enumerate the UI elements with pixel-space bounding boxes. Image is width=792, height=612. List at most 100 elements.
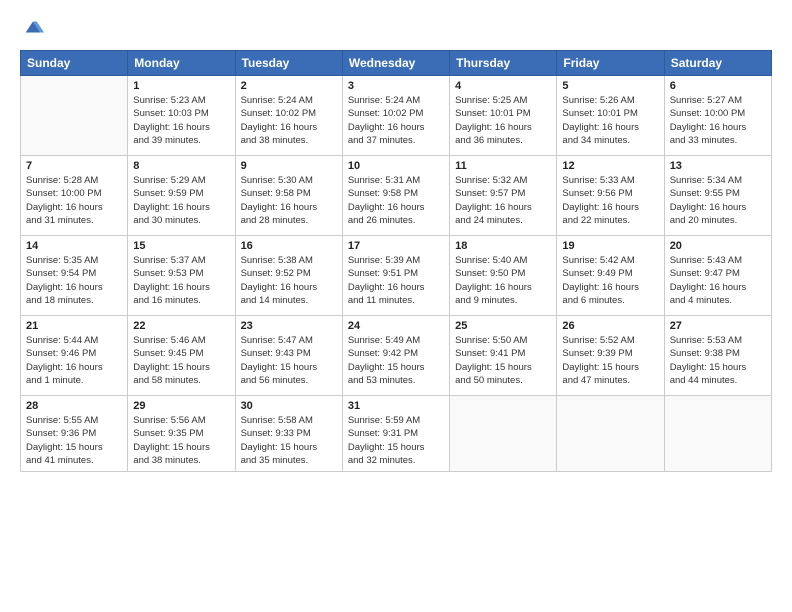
calendar-day-cell: 2Sunrise: 5:24 AMSunset: 10:02 PMDayligh… — [235, 76, 342, 156]
header — [20, 16, 772, 40]
day-number: 20 — [670, 240, 766, 252]
calendar-week-row: 14Sunrise: 5:35 AMSunset: 9:54 PMDayligh… — [21, 236, 772, 316]
calendar-day-cell: 24Sunrise: 5:49 AMSunset: 9:42 PMDayligh… — [342, 316, 449, 396]
day-info: Sunrise: 5:42 AMSunset: 9:49 PMDaylight:… — [562, 254, 658, 307]
day-info: Sunrise: 5:25 AMSunset: 10:01 PMDaylight… — [455, 94, 551, 147]
day-number: 18 — [455, 240, 551, 252]
calendar-day-cell: 20 Sunrise: 5:43 AMSunset: 9:47 PMDayligh… — [664, 236, 771, 316]
day-number: 3 — [348, 80, 444, 92]
calendar-day-cell: 19 Sunrise: 5:42 AMSunset: 9:49 PMDayligh… — [557, 236, 664, 316]
day-number: 24 — [348, 320, 444, 332]
day-info: Sunrise: 5:32 AMSunset: 9:57 PMDaylight:… — [455, 174, 551, 227]
weekday-header: Monday — [128, 51, 235, 76]
logo — [20, 16, 44, 40]
day-info: Sunrise: 5:35 AMSunset: 9:54 PMDaylight:… — [26, 254, 122, 307]
day-number: 19 — [562, 240, 658, 252]
weekday-header: Friday — [557, 51, 664, 76]
calendar-day-cell: 18 Sunrise: 5:40 AMSunset: 9:50 PMDayligh… — [450, 236, 557, 316]
calendar-day-cell: 3 Sunrise: 5:24 AMSunset: 10:02 PMDayligh… — [342, 76, 449, 156]
day-info: Sunrise: 5:24 AMSunset: 10:02 PMDaylight… — [348, 94, 444, 147]
day-number: 1 — [133, 80, 229, 92]
calendar-day-cell: 15 Sunrise: 5:37 AMSunset: 9:53 PMDayligh… — [128, 236, 235, 316]
day-number: 29 — [133, 400, 229, 412]
day-number: 11 — [455, 160, 551, 172]
calendar-day-cell: 30Sunrise: 5:58 AMSunset: 9:33 PMDayligh… — [235, 396, 342, 472]
day-info: Sunrise: 5:29 AMSunset: 9:59 PMDaylight:… — [133, 174, 229, 227]
calendar-day-cell — [557, 396, 664, 472]
day-number: 25 — [455, 320, 551, 332]
calendar: SundayMondayTuesdayWednesdayThursdayFrid… — [20, 50, 772, 472]
day-info: Sunrise: 5:26 AMSunset: 10:01 PMDaylight… — [562, 94, 658, 147]
day-number: 8 — [133, 160, 229, 172]
day-info: Sunrise: 5:33 AMSunset: 9:56 PMDaylight:… — [562, 174, 658, 227]
day-number: 4 — [455, 80, 551, 92]
calendar-week-row: 28 Sunrise: 5:55 AMSunset: 9:36 PMDayligh… — [21, 396, 772, 472]
weekday-header: Sunday — [21, 51, 128, 76]
day-info: Sunrise: 5:52 AMSunset: 9:39 PMDaylight:… — [562, 334, 658, 387]
calendar-day-cell: 27 Sunrise: 5:53 AMSunset: 9:38 PMDayligh… — [664, 316, 771, 396]
day-number: 17 — [348, 240, 444, 252]
day-info: Sunrise: 5:58 AMSunset: 9:33 PMDaylight:… — [241, 414, 337, 467]
calendar-day-cell: 8 Sunrise: 5:29 AMSunset: 9:59 PMDaylight… — [128, 156, 235, 236]
day-number: 27 — [670, 320, 766, 332]
calendar-day-cell: 21 Sunrise: 5:44 AMSunset: 9:46 PMDayligh… — [21, 316, 128, 396]
calendar-day-cell: 6 Sunrise: 5:27 AMSunset: 10:00 PMDayligh… — [664, 76, 771, 156]
calendar-day-cell: 28 Sunrise: 5:55 AMSunset: 9:36 PMDayligh… — [21, 396, 128, 472]
weekday-header-row: SundayMondayTuesdayWednesdayThursdayFrid… — [21, 51, 772, 76]
day-info: Sunrise: 5:24 AMSunset: 10:02 PMDaylight… — [241, 94, 337, 147]
day-info: Sunrise: 5:44 AMSunset: 9:46 PMDaylight:… — [26, 334, 122, 387]
day-info: Sunrise: 5:53 AMSunset: 9:38 PMDaylight:… — [670, 334, 766, 387]
day-info: Sunrise: 5:37 AMSunset: 9:53 PMDaylight:… — [133, 254, 229, 307]
calendar-week-row: 7 Sunrise: 5:28 AMSunset: 10:00 PMDayligh… — [21, 156, 772, 236]
calendar-day-cell: 4 Sunrise: 5:25 AMSunset: 10:01 PMDayligh… — [450, 76, 557, 156]
calendar-day-cell: 9Sunrise: 5:30 AMSunset: 9:58 PMDaylight… — [235, 156, 342, 236]
day-number: 9 — [241, 160, 337, 172]
day-info: Sunrise: 5:27 AMSunset: 10:00 PMDaylight… — [670, 94, 766, 147]
day-info: Sunrise: 5:46 AMSunset: 9:45 PMDaylight:… — [133, 334, 229, 387]
day-number: 12 — [562, 160, 658, 172]
calendar-day-cell: 13 Sunrise: 5:34 AMSunset: 9:55 PMDayligh… — [664, 156, 771, 236]
day-number: 15 — [133, 240, 229, 252]
calendar-day-cell: 17 Sunrise: 5:39 AMSunset: 9:51 PMDayligh… — [342, 236, 449, 316]
day-number: 10 — [348, 160, 444, 172]
logo-icon — [22, 16, 44, 38]
day-info: Sunrise: 5:55 AMSunset: 9:36 PMDaylight:… — [26, 414, 122, 467]
day-number: 22 — [133, 320, 229, 332]
day-info: Sunrise: 5:34 AMSunset: 9:55 PMDaylight:… — [670, 174, 766, 227]
calendar-day-cell: 11 Sunrise: 5:32 AMSunset: 9:57 PMDayligh… — [450, 156, 557, 236]
day-number: 23 — [241, 320, 337, 332]
weekday-header: Wednesday — [342, 51, 449, 76]
calendar-week-row: 21 Sunrise: 5:44 AMSunset: 9:46 PMDayligh… — [21, 316, 772, 396]
calendar-day-cell: 25Sunrise: 5:50 AMSunset: 9:41 PMDayligh… — [450, 316, 557, 396]
day-number: 31 — [348, 400, 444, 412]
day-info: Sunrise: 5:23 AMSunset: 10:03 PMDaylight… — [133, 94, 229, 147]
weekday-header: Saturday — [664, 51, 771, 76]
day-info: Sunrise: 5:40 AMSunset: 9:50 PMDaylight:… — [455, 254, 551, 307]
calendar-day-cell — [450, 396, 557, 472]
calendar-day-cell: 29 Sunrise: 5:56 AMSunset: 9:35 PMDayligh… — [128, 396, 235, 472]
calendar-day-cell: 1 Sunrise: 5:23 AMSunset: 10:03 PMDayligh… — [128, 76, 235, 156]
day-info: Sunrise: 5:28 AMSunset: 10:00 PMDaylight… — [26, 174, 122, 227]
day-number: 13 — [670, 160, 766, 172]
day-info: Sunrise: 5:43 AMSunset: 9:47 PMDaylight:… — [670, 254, 766, 307]
calendar-day-cell: 16Sunrise: 5:38 AMSunset: 9:52 PMDayligh… — [235, 236, 342, 316]
day-number: 7 — [26, 160, 122, 172]
weekday-header: Thursday — [450, 51, 557, 76]
day-info: Sunrise: 5:39 AMSunset: 9:51 PMDaylight:… — [348, 254, 444, 307]
calendar-day-cell: 26 Sunrise: 5:52 AMSunset: 9:39 PMDayligh… — [557, 316, 664, 396]
calendar-day-cell: 5 Sunrise: 5:26 AMSunset: 10:01 PMDayligh… — [557, 76, 664, 156]
day-info: Sunrise: 5:47 AMSunset: 9:43 PMDaylight:… — [241, 334, 337, 387]
day-info: Sunrise: 5:59 AMSunset: 9:31 PMDaylight:… — [348, 414, 444, 467]
day-number: 26 — [562, 320, 658, 332]
calendar-week-row: 1 Sunrise: 5:23 AMSunset: 10:03 PMDayligh… — [21, 76, 772, 156]
day-number: 28 — [26, 400, 122, 412]
calendar-day-cell — [664, 396, 771, 472]
day-number: 5 — [562, 80, 658, 92]
calendar-day-cell: 12 Sunrise: 5:33 AMSunset: 9:56 PMDayligh… — [557, 156, 664, 236]
day-info: Sunrise: 5:56 AMSunset: 9:35 PMDaylight:… — [133, 414, 229, 467]
calendar-day-cell: 31 Sunrise: 5:59 AMSunset: 9:31 PMDayligh… — [342, 396, 449, 472]
day-number: 21 — [26, 320, 122, 332]
calendar-day-cell: 22 Sunrise: 5:46 AMSunset: 9:45 PMDayligh… — [128, 316, 235, 396]
weekday-header: Tuesday — [235, 51, 342, 76]
day-number: 6 — [670, 80, 766, 92]
